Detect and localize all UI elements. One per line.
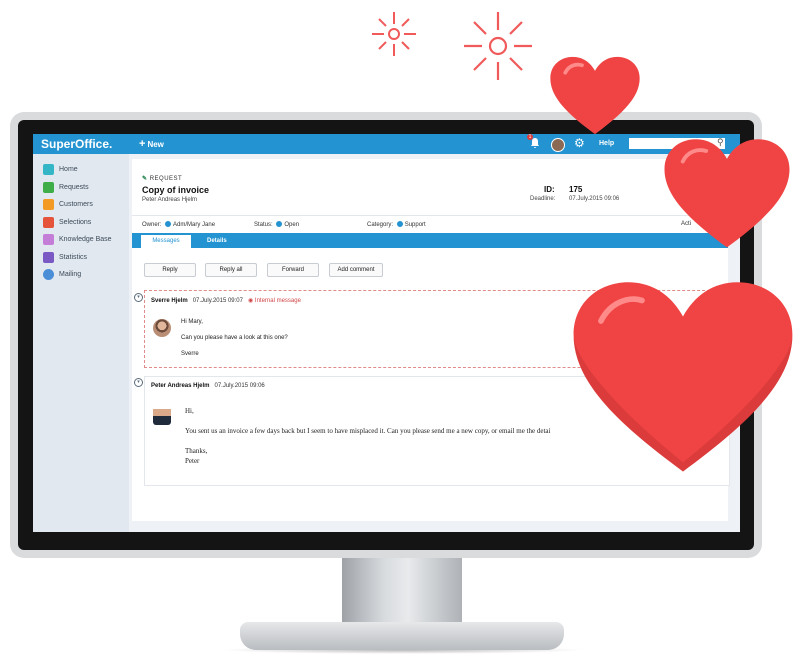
- id-value: 175: [569, 185, 583, 194]
- knowledge-base-icon: [43, 233, 54, 245]
- sidebar-item-home[interactable]: Home: [43, 162, 78, 176]
- requests-icon: [43, 181, 54, 193]
- heart-icon-small: [550, 56, 640, 135]
- tag-pin-icon: ✎: [142, 176, 148, 182]
- heart-icon-large: [573, 282, 793, 472]
- sidebar-item-label: Statistics: [59, 253, 88, 261]
- customers-icon: [43, 198, 54, 210]
- owner-value: Adm/Mary Jane: [173, 222, 216, 228]
- internal-message-flag: Internal message: [254, 298, 301, 304]
- sidebar-item-label: Knowledge Base: [59, 235, 112, 243]
- category-value: Support: [404, 222, 426, 228]
- owner-label: Owner:: [142, 222, 162, 228]
- sidebar-item-customers[interactable]: Customers: [43, 197, 93, 211]
- deadline-value: 07.July.2015 09:06: [569, 196, 620, 202]
- message-line: Hi Mary,: [181, 319, 203, 325]
- internal-message-icon: ◉: [248, 298, 254, 304]
- monitor-stand-base: [240, 622, 564, 650]
- user-avatar[interactable]: [551, 138, 565, 152]
- sidebar-item-requests[interactable]: Requests: [43, 180, 89, 194]
- plus-icon: +: [139, 138, 146, 150]
- author-avatar: [153, 319, 171, 337]
- collapse-toggle-icon[interactable]: ▾: [134, 293, 143, 302]
- message-line: Peter: [185, 457, 200, 465]
- sidebar-item-label: Home: [59, 165, 78, 173]
- owner-field[interactable]: Owner: Adm/Mary Jane: [142, 221, 215, 228]
- notification-badge: 1: [527, 134, 533, 140]
- status-field[interactable]: Status: Open: [254, 221, 299, 228]
- sidebar-item-selections[interactable]: Selections: [43, 215, 91, 229]
- message-line: Hi,: [185, 407, 194, 415]
- gear-icon[interactable]: ⚙: [574, 136, 585, 150]
- message-author[interactable]: Peter Andreas Hjelm: [151, 383, 209, 389]
- author-avatar: [153, 405, 171, 425]
- tab-bar: Messages Details: [132, 233, 728, 248]
- mailing-icon: [43, 268, 54, 280]
- message-header: Peter Andreas Hjelm 07.July.2015 09:06: [151, 383, 265, 389]
- sidebar-item-label: Mailing: [59, 270, 82, 278]
- message-author[interactable]: Sverre Hjelm: [151, 298, 188, 304]
- tab-messages[interactable]: Messages: [141, 235, 191, 248]
- message-line: You sent us an invoice a few days back b…: [185, 427, 551, 435]
- deadline-label: Deadline:: [530, 196, 556, 202]
- sidebar-item-label: Selections: [59, 218, 92, 226]
- monitor-stand-neck: [342, 558, 462, 626]
- reply-button[interactable]: Reply: [144, 263, 196, 277]
- category-icon: [396, 221, 403, 227]
- home-icon: [43, 163, 54, 175]
- selections-icon: [43, 216, 54, 228]
- add-comment-button[interactable]: Add comment: [329, 263, 383, 277]
- request-title: Copy of invoice: [142, 185, 210, 195]
- message-line: Sverre: [181, 351, 199, 357]
- new-label: New: [147, 140, 164, 149]
- owner-icon: [165, 221, 172, 227]
- new-button[interactable]: + New: [139, 138, 164, 150]
- heart-icon-medium: [664, 139, 790, 248]
- category-field[interactable]: Category: Support: [367, 221, 426, 228]
- request-tag: ✎ REQUEST: [142, 175, 182, 182]
- tab-details[interactable]: Details: [207, 235, 227, 248]
- sidebar-item-knowledge-base[interactable]: Knowledge Base: [43, 232, 112, 246]
- message-line: Can you please have a look at this one?: [181, 335, 288, 341]
- status-value: Open: [284, 222, 300, 228]
- sidebar-item-label: Requests: [59, 183, 89, 191]
- forward-button[interactable]: Forward: [267, 263, 319, 277]
- message-date: 07.July.2015 09:06: [214, 383, 265, 389]
- top-bar: SuperOffice. + New 1 ⚙ Help ⚲: [33, 134, 740, 154]
- help-link[interactable]: Help: [599, 140, 614, 147]
- message-line: Thanks,: [185, 447, 208, 455]
- sidebar-item-label: Customers: [59, 200, 93, 208]
- message-header: Sverre Hjelm 07.July.2015 09:07 ◉ Intern…: [151, 297, 301, 304]
- status-label: Status:: [254, 222, 273, 228]
- id-label: ID:: [544, 185, 555, 194]
- sparkle-icon-right: [464, 12, 532, 80]
- request-contact[interactable]: Peter Andreas Hjelm: [142, 197, 197, 203]
- collapse-toggle-icon[interactable]: ▾: [134, 378, 143, 387]
- request-tag-label: REQUEST: [149, 176, 183, 182]
- reply-all-button[interactable]: Reply all: [205, 263, 257, 277]
- message-date: 07.July.2015 09:07: [192, 298, 243, 304]
- status-icon: [276, 221, 283, 227]
- superoffice-logo[interactable]: SuperOffice.: [41, 137, 112, 151]
- sidebar: Home Requests Customers Selections Knowl…: [33, 154, 129, 532]
- request-meta-row: Owner: Adm/Mary Jane Status: Open Catego…: [132, 215, 728, 232]
- sidebar-item-mailing[interactable]: Mailing: [43, 267, 81, 281]
- category-label: Category:: [367, 222, 394, 228]
- sidebar-item-statistics[interactable]: Statistics: [43, 250, 87, 264]
- sparkle-icon-left: [372, 12, 416, 56]
- statistics-icon: [43, 251, 54, 263]
